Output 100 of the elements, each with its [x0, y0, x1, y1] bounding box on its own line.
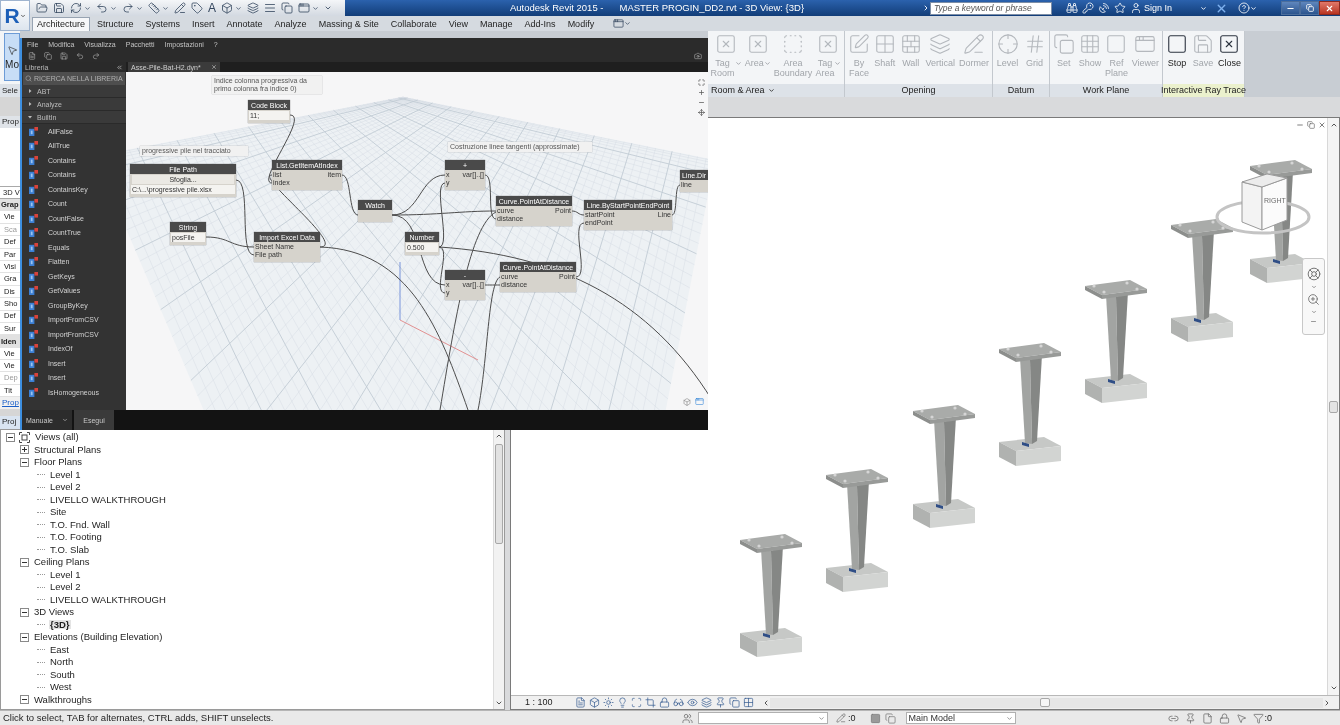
star-icon[interactable] — [1114, 2, 1126, 14]
crop-icon[interactable] — [644, 697, 656, 708]
tree-item[interactable]: Site — [49, 507, 68, 517]
help-link[interactable]: Prop — [2, 399, 19, 408]
panel-title[interactable]: Room & Area — [708, 84, 844, 97]
save-icon[interactable] — [60, 52, 68, 60]
cursor-icon[interactable] — [1235, 712, 1247, 724]
chevron-icon[interactable] — [922, 4, 930, 12]
tree-item[interactable]: T.O. Slab — [49, 544, 91, 555]
caret-icon[interactable] — [1200, 4, 1208, 12]
minus-box-icon[interactable] — [20, 457, 29, 467]
tree-item[interactable]: T.O. Footing — [49, 532, 103, 542]
open-folder-icon[interactable] — [36, 2, 48, 14]
view-cube-icon[interactable] — [1215, 170, 1312, 236]
pencil-icon[interactable] — [174, 2, 186, 14]
view-scale[interactable]: 1 : 100 — [525, 698, 553, 707]
wheel-icon[interactable] — [1306, 267, 1321, 281]
ribbon-tab[interactable]: Architecture — [32, 17, 91, 31]
tree-item[interactable]: 3D Views — [33, 607, 75, 617]
cube-icon[interactable] — [588, 697, 600, 708]
ribbon-tab[interactable]: Manage — [475, 17, 518, 31]
minus-icon[interactable] — [1310, 318, 1317, 325]
ribbon-button[interactable]: Close — [1216, 33, 1242, 68]
help-icon[interactable] — [1238, 2, 1251, 14]
undo-icon[interactable] — [96, 2, 108, 14]
sign-in-link[interactable]: Sign In — [1144, 3, 1173, 13]
minimize-icon[interactable] — [1296, 121, 1304, 129]
modify-button[interactable]: Mo — [4, 33, 20, 81]
satellite-dish-icon[interactable] — [1098, 2, 1110, 14]
workset-field[interactable] — [698, 712, 828, 724]
tree-item[interactable]: North — [49, 657, 75, 667]
minus-box-icon[interactable] — [20, 695, 29, 705]
glasses-icon[interactable] — [672, 697, 684, 708]
ribbon-tab[interactable]: View — [443, 17, 474, 31]
scrollbar-thumb[interactable] — [1039, 698, 1050, 707]
caret-icon[interactable] — [235, 4, 242, 12]
lock-icon[interactable] — [658, 697, 670, 708]
window-icon[interactable] — [695, 397, 704, 406]
horizontal-scrollbar[interactable] — [769, 697, 1323, 708]
document-icon[interactable] — [1201, 712, 1213, 724]
tree-item[interactable]: Level 2 — [49, 482, 82, 492]
zoom-in-icon[interactable] — [1307, 293, 1320, 306]
move-arrows-icon[interactable] — [698, 109, 705, 116]
tree-item[interactable]: West — [49, 682, 73, 692]
window-icon[interactable] — [298, 2, 310, 14]
double-chevron-icon[interactable] — [116, 63, 123, 71]
design-option-dropdown[interactable]: Main Model — [905, 712, 1016, 724]
tree-item[interactable]: Ceiling Plans — [33, 557, 91, 567]
caret-icon[interactable] — [110, 4, 117, 12]
tree-item[interactable]: Walkthroughs — [33, 694, 93, 705]
tree-item[interactable]: Level 1 — [49, 469, 82, 480]
ribbon-tab[interactable]: Collaborate — [385, 17, 442, 31]
tree-item[interactable]: South — [49, 669, 76, 680]
ribbon-tab[interactable]: Annotate — [221, 17, 268, 31]
ribbon-tab[interactable]: Massing & Site — [313, 17, 384, 31]
close-button[interactable] — [1319, 1, 1340, 15]
plus-icon[interactable] — [698, 89, 705, 96]
key-icon[interactable] — [1082, 2, 1094, 14]
tree-item[interactable]: LIVELLO WALKTHROUGH — [49, 594, 167, 605]
close-icon[interactable] — [1318, 121, 1326, 129]
caret-icon[interactable] — [1250, 4, 1258, 12]
text-tool-button[interactable]: A — [208, 2, 216, 14]
minus-box-icon[interactable] — [20, 607, 29, 617]
user-icon[interactable] — [1130, 2, 1142, 14]
caret-icon[interactable] — [136, 4, 143, 12]
people-icon[interactable] — [682, 712, 693, 724]
minus-box-icon[interactable] — [20, 557, 29, 567]
lock-icon[interactable] — [1218, 712, 1230, 724]
redo-icon[interactable] — [122, 2, 134, 14]
ribbon-tab[interactable]: Analyze — [269, 17, 312, 31]
grid-icon[interactable] — [742, 697, 754, 708]
corners-icon[interactable] — [630, 697, 642, 708]
cube-icon[interactable] — [683, 397, 691, 406]
tree-item[interactable]: LIVELLO WALKTHROUGH — [49, 494, 167, 505]
circular-arrows-icon[interactable] — [70, 2, 82, 14]
tree-item[interactable]: Elevations (Building Elevation) — [33, 632, 164, 642]
tree-item[interactable]: {3D} — [49, 619, 71, 630]
app-menu-button[interactable]: R — [0, 0, 30, 31]
plus-box-icon[interactable] — [20, 445, 29, 455]
window-icon[interactable] — [613, 18, 625, 29]
ribbon-button[interactable]: Stop — [1165, 33, 1189, 68]
square-icon[interactable] — [869, 712, 881, 724]
save-icon[interactable] — [53, 2, 65, 14]
eye-icon[interactable] — [686, 697, 698, 708]
scrollbar-thumb[interactable] — [1329, 401, 1338, 413]
ribbon-tab[interactable]: Add-Ins — [519, 17, 561, 31]
search-field[interactable]: Type a keyword or phrase — [930, 1, 1052, 15]
tree-item[interactable]: T.O. Fnd. Wall — [49, 519, 111, 530]
document-icon[interactable] — [574, 697, 586, 708]
layers-icon[interactable] — [700, 697, 712, 708]
redo-icon[interactable] — [92, 52, 100, 60]
document-icon[interactable] — [28, 52, 36, 60]
layers-icon[interactable] — [247, 2, 259, 14]
documents-icon[interactable] — [44, 52, 52, 60]
caret-icon[interactable] — [624, 20, 632, 27]
copy-icon[interactable] — [728, 697, 740, 708]
pin-icon[interactable] — [714, 697, 726, 708]
camera-icon[interactable] — [694, 52, 702, 60]
minus-icon[interactable] — [698, 99, 705, 106]
pin-icon[interactable] — [1184, 712, 1196, 724]
